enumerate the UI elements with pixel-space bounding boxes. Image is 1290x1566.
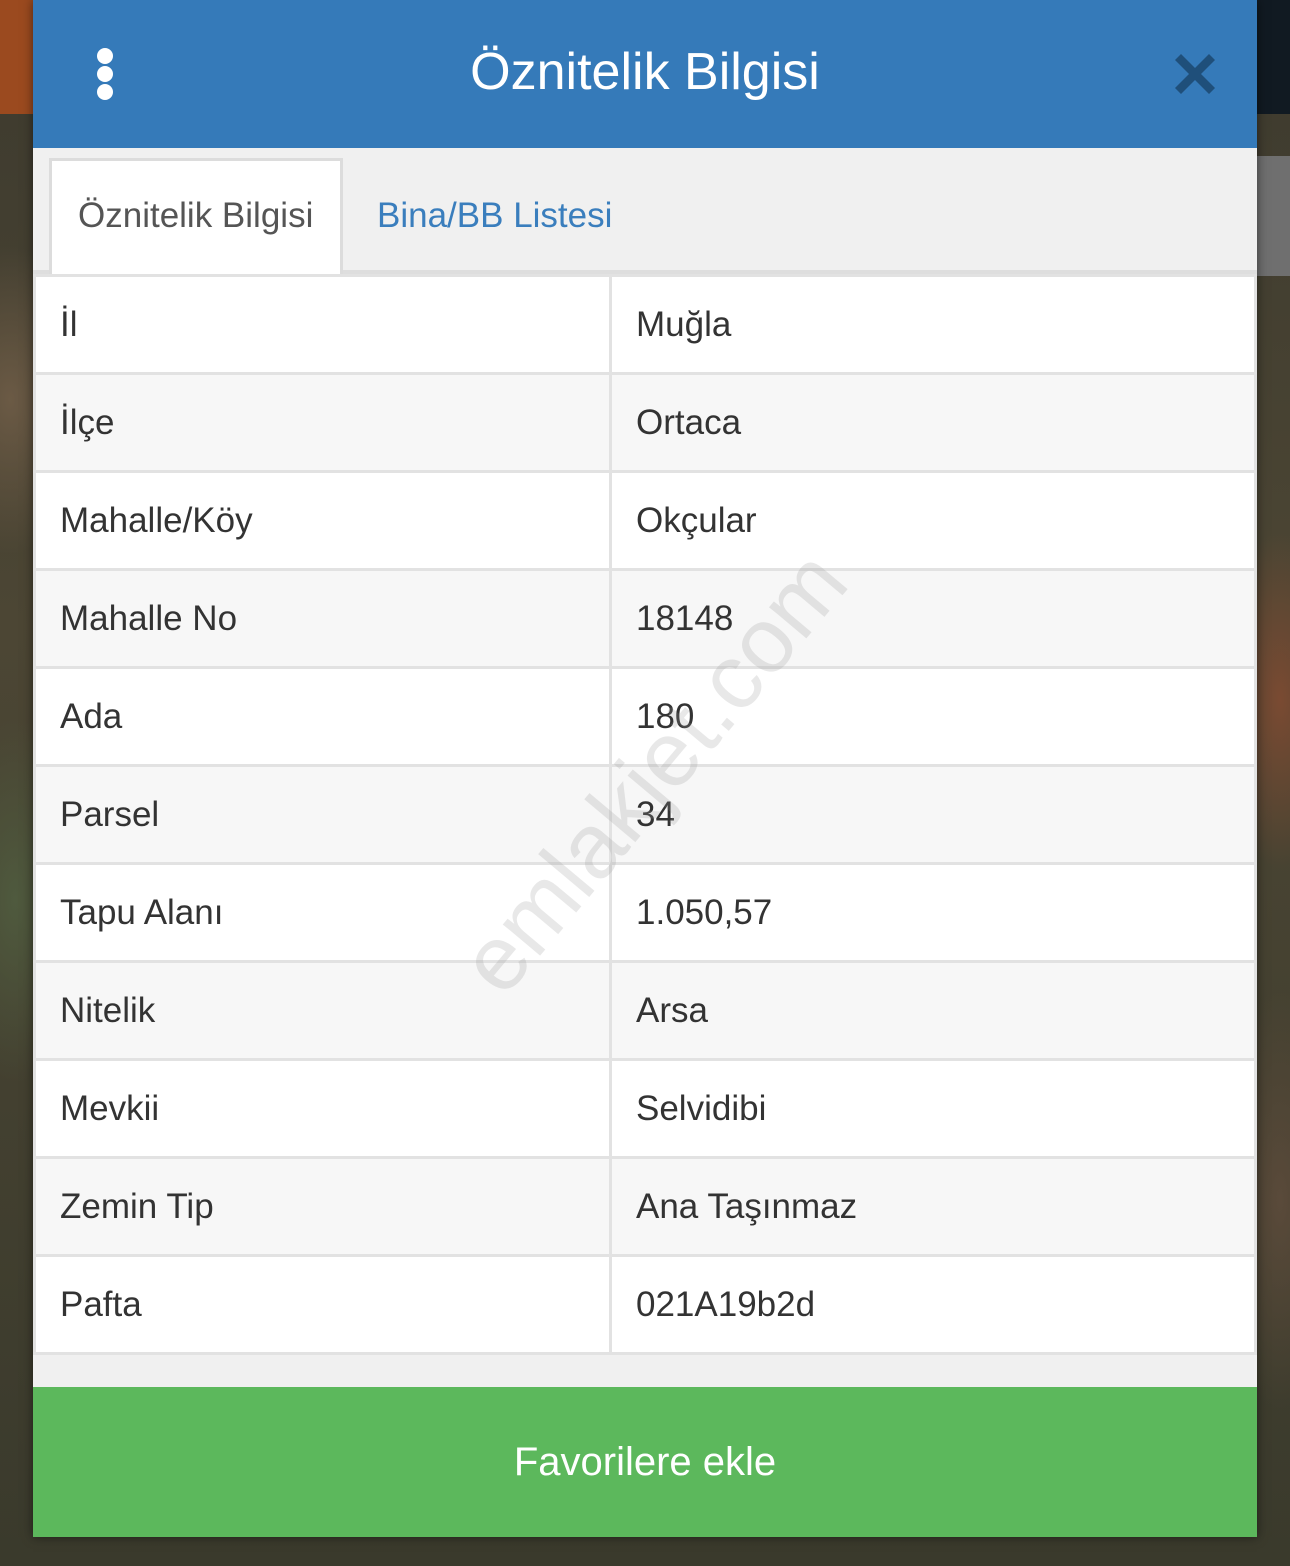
tab-attribute-info[interactable]: Öznitelik Bilgisi [49, 158, 343, 278]
attribute-info-dialog: Öznitelik Bilgisi Öznitelik Bilgisi Bina… [33, 0, 1257, 1537]
tab-bar: Öznitelik Bilgisi Bina/BB Listesi [33, 148, 1257, 278]
table-row: Parsel 34 [33, 764, 1257, 865]
close-icon-glyph [1175, 54, 1215, 94]
table-row: Mahalle No 18148 [33, 568, 1257, 669]
attribute-value: 18148 [609, 568, 1257, 669]
attribute-value: 1.050,57 [609, 862, 1257, 963]
table-row: İlçe Ortaca [33, 372, 1257, 473]
table-row: Mahalle/Köy Okçular [33, 470, 1257, 571]
table-row: Nitelik Arsa [33, 960, 1257, 1061]
attribute-label: Ada [33, 666, 612, 767]
attribute-value: 021A19b2d [609, 1254, 1257, 1355]
attribute-table: İl Muğla İlçe Ortaca Mahalle/Köy Okçular Mahal… [33, 274, 1257, 1355]
attribute-value: Arsa [609, 960, 1257, 1061]
dialog-title: Öznitelik Bilgisi [470, 43, 820, 101]
close-icon[interactable] [1171, 50, 1219, 98]
table-row: İl Muğla [33, 274, 1257, 375]
attribute-value: Selvidibi [609, 1058, 1257, 1159]
attribute-value: Muğla [609, 274, 1257, 375]
attribute-label: İl [33, 274, 612, 375]
table-row: Mevkii Selvidibi [33, 1058, 1257, 1159]
attribute-label: Mevkii [33, 1058, 612, 1159]
map-background-tile [1256, 156, 1290, 276]
attribute-value: Ana Taşınmaz [609, 1156, 1257, 1257]
table-row: Pafta 021A19b2d [33, 1254, 1257, 1355]
add-to-favorites-button[interactable]: Favorilere ekle [33, 1387, 1257, 1537]
attribute-label: Zemin Tip [33, 1156, 612, 1257]
attribute-label: Mahalle No [33, 568, 612, 669]
attribute-label: Mahalle/Köy [33, 470, 612, 571]
dialog-header: Öznitelik Bilgisi [33, 0, 1257, 148]
table-row: Tapu Alanı 1.050,57 [33, 862, 1257, 963]
attribute-label: İlçe [33, 372, 612, 473]
attribute-value: 34 [609, 764, 1257, 865]
tab-building-list[interactable]: Bina/BB Listesi [351, 158, 638, 274]
table-row: Zemin Tip Ana Taşınmaz [33, 1156, 1257, 1257]
attribute-value: Ortaca [609, 372, 1257, 473]
attribute-label: Pafta [33, 1254, 612, 1355]
map-background-tile [1256, 0, 1290, 114]
table-row: Ada 180 [33, 666, 1257, 767]
attribute-label: Nitelik [33, 960, 612, 1061]
attribute-label: Tapu Alanı [33, 862, 612, 963]
attribute-value: Okçular [609, 470, 1257, 571]
attribute-value: 180 [609, 666, 1257, 767]
map-background-tile [0, 0, 34, 114]
attribute-label: Parsel [33, 764, 612, 865]
